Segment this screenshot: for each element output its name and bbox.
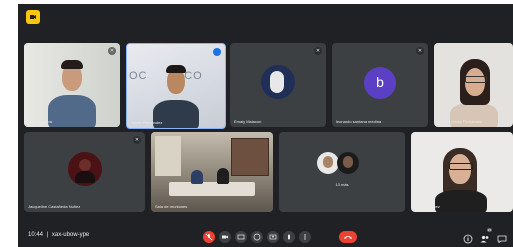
mic-muted-icon: ✕: [133, 136, 141, 144]
participant-avatar: [261, 65, 295, 99]
mic-muted-icon: ✕: [314, 47, 322, 55]
participant-name: Javier Hernandez: [131, 120, 163, 125]
chat-icon: [497, 235, 507, 244]
room-window: [155, 136, 181, 176]
glasses-shape: [449, 163, 473, 170]
hair-shape: [166, 65, 186, 73]
group-count: 13 más: [335, 182, 349, 187]
people-icon: [480, 235, 489, 243]
meet-logo-icon: [30, 15, 36, 19]
participant-video-body: [435, 190, 487, 212]
speaking-indicator: [213, 48, 221, 56]
participant-tile[interactable]: ✕ Tom Noguera: [24, 43, 120, 127]
mic-off-icon: [205, 233, 213, 241]
more-options-button[interactable]: [299, 231, 311, 243]
participant-tile[interactable]: ✕ Emaly Malacon: [230, 43, 326, 127]
avatar-image: [343, 156, 353, 168]
end-call-button[interactable]: [339, 231, 357, 243]
participant-tile[interactable]: 13 más: [279, 132, 405, 212]
raise-hand-icon: [288, 234, 290, 240]
participant-name: Tom Noguera: [28, 119, 53, 124]
mic-muted-icon: ✕: [416, 47, 424, 55]
participant-tile[interactable]: b ✕ leonardo santana medina: [332, 43, 428, 127]
raise-hand-button[interactable]: [283, 231, 295, 243]
participant-tile[interactable]: Beatriz Hevia Fernandez: [434, 43, 513, 127]
participant-name: Sandra López: [415, 204, 440, 209]
more-icon: [304, 234, 306, 240]
present-icon: [269, 234, 277, 240]
captions-button[interactable]: [235, 231, 247, 243]
info-icon: [463, 234, 473, 244]
camera-icon: [222, 235, 228, 239]
chat-button[interactable]: [497, 231, 507, 244]
meet-logo: [26, 10, 40, 24]
avatar-image: [270, 71, 284, 93]
room-table: [169, 182, 255, 196]
glasses-shape: [465, 76, 487, 83]
reactions-button[interactable]: [251, 231, 263, 243]
camera-toggle-button[interactable]: [219, 231, 231, 243]
participant-tile[interactable]: Sandra López: [411, 132, 513, 212]
participant-name: Beatriz Hevia Fernandez: [438, 119, 483, 124]
avatar-image: [79, 159, 91, 171]
meet-window: ✕ Tom Noguera OC XICO Javier Hernandez ✕…: [18, 4, 513, 247]
present-button[interactable]: [267, 231, 279, 243]
meeting-time: 10:44: [28, 232, 44, 238]
emoji-icon: [253, 233, 261, 241]
meeting-info: 10:44 | xax-ubow-ype: [28, 232, 89, 238]
meeting-separator: |: [46, 232, 49, 238]
participant-tile[interactable]: OC XICO Javier Hernandez: [126, 43, 226, 129]
mic-muted-icon: ✕: [108, 47, 116, 55]
participant-count-badge: 25: [486, 228, 492, 232]
meeting-code: xax-ubow-ype: [51, 232, 90, 238]
group-avatar-1: [317, 152, 339, 174]
mic-toggle-button[interactable]: [203, 231, 215, 243]
hair-shape: [61, 60, 83, 69]
participant-tile[interactable]: ✕ Jacqueline Castañeda Nuñez: [24, 132, 145, 212]
avatar-image-body: [75, 171, 95, 183]
room-people: [191, 170, 203, 184]
participant-name: Jacqueline Castañeda Nuñez: [28, 204, 81, 209]
participant-name: leonardo santana medina: [336, 119, 382, 124]
participant-video-body: [48, 95, 96, 127]
participant-avatar: [68, 152, 102, 186]
end-call-icon: [344, 236, 352, 239]
avatar-image: [323, 156, 333, 168]
bottom-toolbar: 10:44 | xax-ubow-ype 25: [18, 226, 513, 247]
meeting-details-button[interactable]: [463, 231, 473, 244]
participant-name: Sala de reuniones: [155, 204, 188, 209]
participant-tile[interactable]: Sala de reuniones: [151, 132, 273, 212]
room-people-2: [217, 168, 229, 184]
participant-letter-avatar: b: [364, 67, 396, 99]
room-shelf: [231, 138, 269, 176]
group-avatar-2: [337, 152, 359, 174]
captions-icon: [237, 234, 245, 240]
people-button[interactable]: 25: [480, 228, 492, 243]
participant-name: Emaly Malacon: [234, 119, 262, 124]
